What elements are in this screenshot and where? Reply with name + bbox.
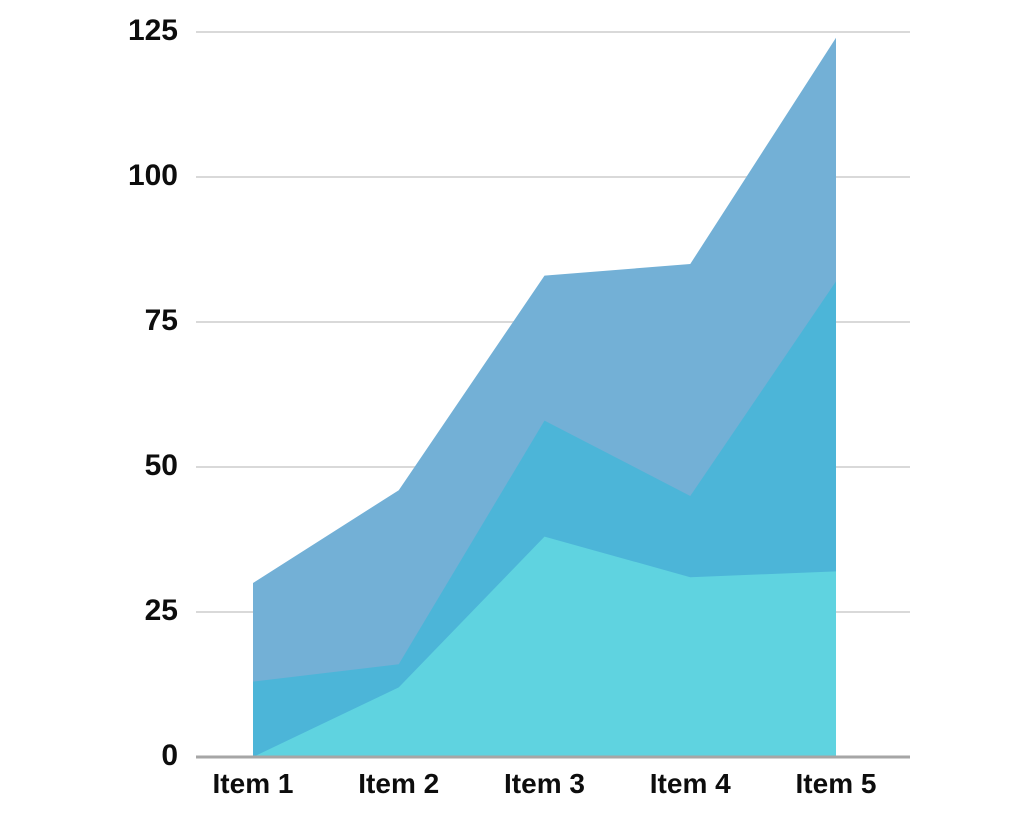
stacked-area-chart: 0 25 50 75 100 125 Item 1 Item 2 Item 3 Item 4 It…	[0, 0, 1024, 819]
y-axis-tick-label: 50	[145, 449, 178, 482]
y-axis-tick-label: 75	[145, 304, 178, 337]
y-axis-tick-label: 125	[128, 14, 178, 47]
y-axis-tick-label: 25	[145, 594, 178, 627]
y-axis-tick-label: 100	[128, 159, 178, 192]
x-axis-tick-label-3: Item 3	[504, 768, 585, 799]
y-axis-tick-label: 0	[161, 739, 178, 772]
x-axis-tick-label-4: Item 4	[650, 768, 731, 799]
x-axis-tick-label-1: Item 1	[213, 768, 294, 799]
chart-canvas: 0 25 50 75 100 125 Item 1 Item 2 Item 3 Item 4 It…	[0, 0, 1024, 819]
x-axis-tick-label-5: Item 5	[796, 768, 877, 799]
x-axis-tick-label-2: Item 2	[358, 768, 439, 799]
